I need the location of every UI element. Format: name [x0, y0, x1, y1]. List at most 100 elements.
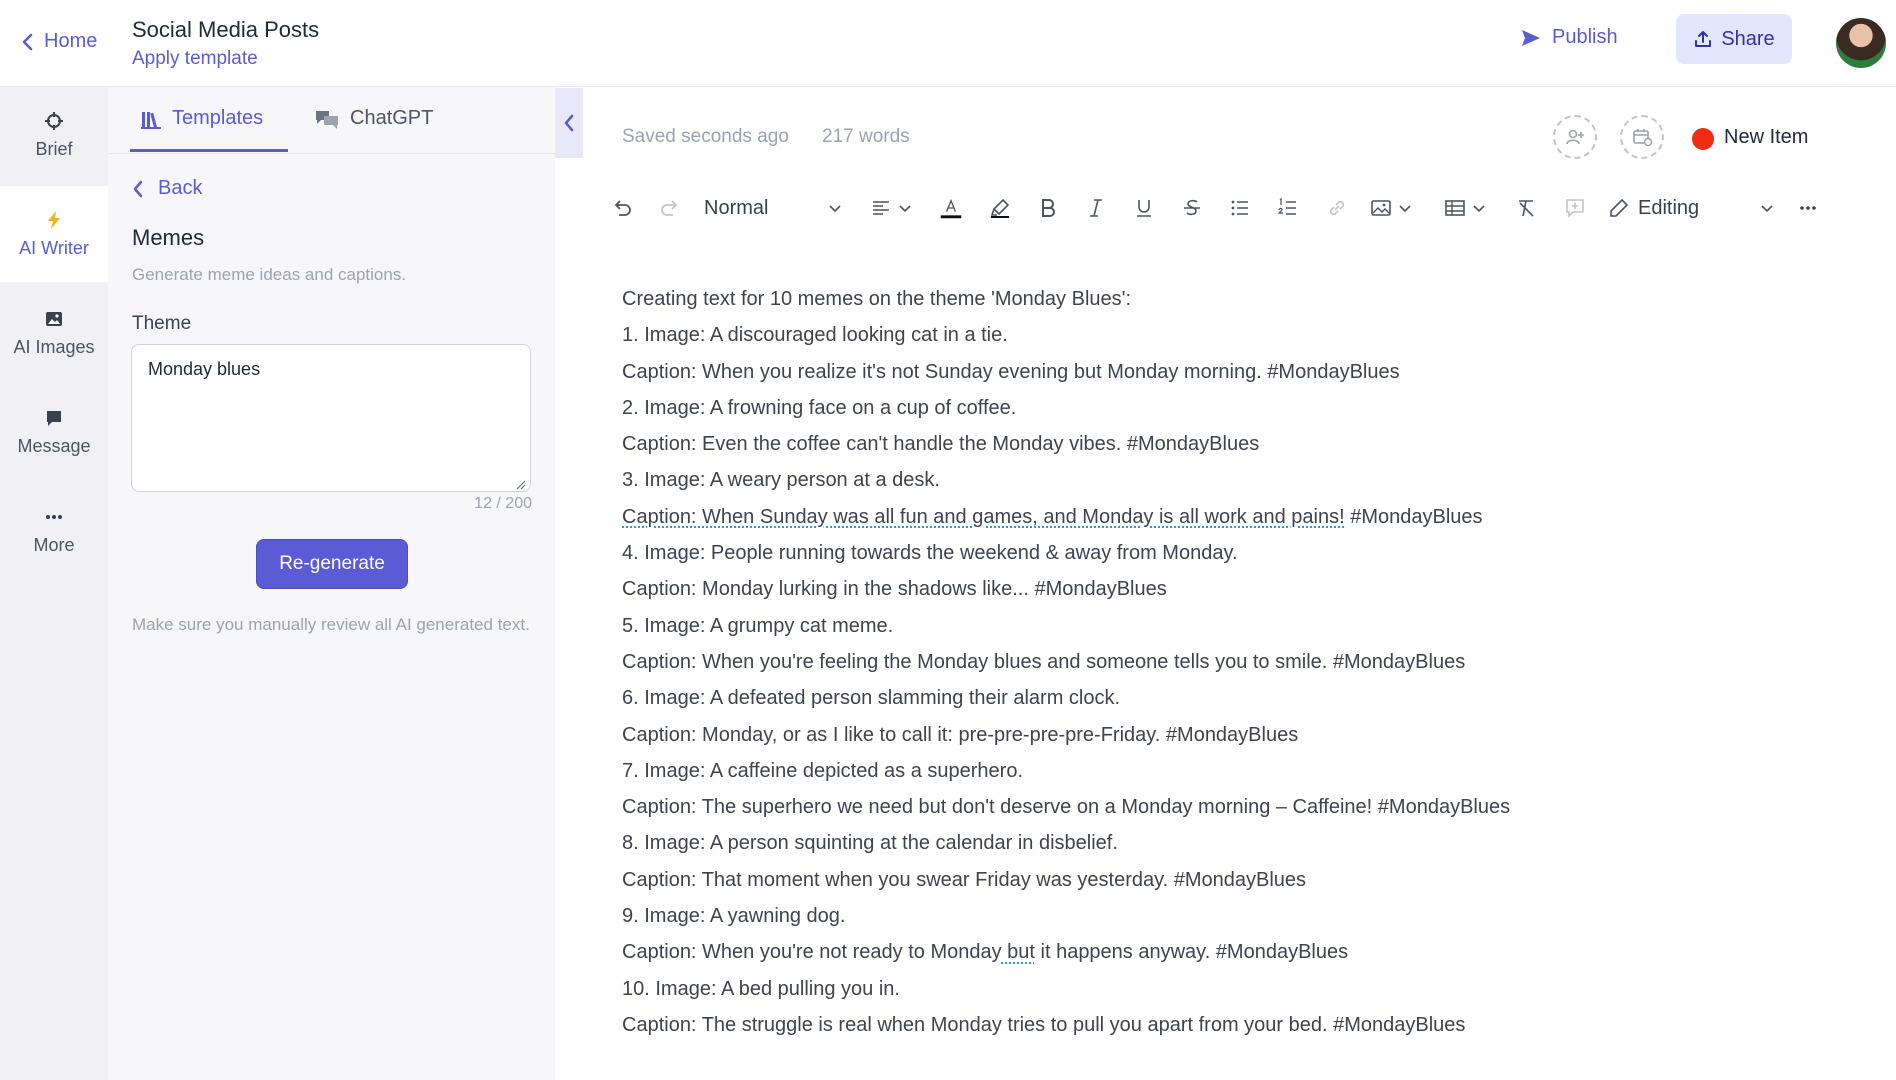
chevron-down-icon: [1399, 205, 1411, 213]
rail-item-ai-writer[interactable]: AI Writer: [0, 186, 108, 282]
paragraph-text: Caption: When you're not ready to Monday: [622, 941, 1002, 964]
active-tab-indicator: [130, 149, 288, 152]
block-style-select[interactable]: Normal: [704, 188, 842, 228]
highlighter-icon: [990, 198, 1010, 218]
apply-template-link[interactable]: Apply template: [132, 48, 258, 70]
more-dots-icon: [1800, 206, 1816, 210]
editor-content[interactable]: Creating text for 10 memes on the theme …: [622, 283, 1802, 1045]
paragraph: 5. Image: A grumpy cat meme.: [622, 614, 894, 637]
collapse-panel-button[interactable]: [555, 88, 583, 158]
avatar[interactable]: [1836, 18, 1886, 68]
insert-image-dropdown[interactable]: [1366, 188, 1416, 228]
align-left-icon: [873, 201, 889, 215]
tab-label: ChatGPT: [350, 107, 434, 129]
icon-rail: Brief AI Writer AI Images Message More: [0, 87, 108, 1080]
publish-label: Publish: [1552, 26, 1618, 48]
table-icon: [1445, 200, 1465, 216]
clear-format-icon: [1519, 200, 1534, 217]
underline-icon: [1137, 200, 1151, 217]
rail-item-brief[interactable]: Brief: [0, 87, 108, 183]
highlight-button[interactable]: [986, 188, 1014, 228]
theme-label: Theme: [132, 313, 192, 334]
chevron-left-icon: [22, 33, 33, 50]
rail-item-message[interactable]: Message: [0, 384, 108, 480]
paragraph: 8. Image: A person squinting at the cale…: [622, 832, 1118, 855]
regenerate-button[interactable]: Re-generate: [256, 539, 408, 589]
chat-bubbles-icon: [316, 110, 338, 129]
text-color-icon: [940, 198, 962, 219]
paragraph: 9. Image: A yawning dog.: [622, 905, 846, 928]
resize-handle-icon[interactable]: [516, 480, 526, 490]
paragraph: Caption: When you realize it's not Sunda…: [622, 360, 1400, 383]
tab-templates[interactable]: Templates: [140, 107, 263, 130]
back-link[interactable]: Back: [132, 177, 202, 200]
paragraph: Creating text for 10 memes on the theme …: [622, 288, 1132, 310]
editing-mode-select[interactable]: Editing: [1608, 188, 1774, 228]
paragraph-text: it happens anyway. #MondayBlues: [1034, 941, 1349, 964]
spellcheck-underlined-text[interactable]: Caption: When Sunday was all fun and gam…: [622, 506, 1345, 528]
word-count: 217 words: [822, 126, 910, 147]
chevron-left-icon: [564, 114, 574, 132]
more-dots-icon: [46, 514, 62, 519]
spellcheck-underlined-text[interactable]: but: [1002, 941, 1035, 963]
bullet-list-button[interactable]: [1228, 188, 1252, 228]
text-color-button[interactable]: [936, 188, 966, 228]
add-comment-button[interactable]: [1562, 188, 1588, 228]
home-label: Home: [44, 30, 98, 52]
add-user-icon: [1566, 129, 1584, 145]
paragraph: 10. Image: A bed pulling you in.: [622, 977, 900, 1000]
set-due-date-button[interactable]: [1620, 115, 1664, 159]
paragraph: 2. Image: A frowning face on a cup of co…: [622, 396, 1017, 419]
redo-button[interactable]: [658, 188, 682, 228]
comment-icon: [1566, 199, 1584, 218]
saved-status: Saved seconds ago: [622, 126, 789, 147]
bold-button[interactable]: [1036, 188, 1060, 228]
paragraph: Caption: The superhero we need but don't…: [622, 796, 1511, 819]
add-assignee-button[interactable]: [1553, 115, 1597, 159]
strikethrough-icon: [1184, 199, 1200, 216]
share-button[interactable]: Share: [1676, 14, 1792, 64]
paragraph: Caption: The struggle is real when Monda…: [622, 1013, 1466, 1036]
share-label: Share: [1721, 27, 1775, 50]
paragraph: 6. Image: A defeated person slamming the…: [622, 687, 1121, 710]
block-style-value: Normal: [704, 196, 769, 219]
rail-label: Message: [17, 435, 91, 456]
publish-button[interactable]: Publish: [1520, 26, 1618, 49]
back-label: Back: [158, 177, 203, 199]
rail-item-ai-images[interactable]: AI Images: [0, 285, 108, 381]
tab-chatgpt[interactable]: ChatGPT: [314, 107, 433, 130]
library-icon: [141, 111, 161, 129]
more-options-button[interactable]: [1796, 188, 1820, 228]
italic-button[interactable]: [1084, 188, 1108, 228]
editor-toolbar: Normal Editing: [610, 188, 1820, 228]
item-status[interactable]: New Item: [1724, 126, 1808, 149]
clear-formatting-button[interactable]: [1514, 188, 1540, 228]
pencil-icon: [1610, 198, 1629, 217]
template-panel: Templates ChatGPT Back Memes Generate me…: [108, 87, 555, 1080]
insert-table-dropdown[interactable]: [1440, 188, 1490, 228]
char-count: 12 / 200: [474, 495, 532, 512]
link-button[interactable]: [1324, 188, 1350, 228]
chevron-left-icon: [133, 180, 143, 197]
numbered-list-button[interactable]: [1276, 188, 1300, 228]
lightning-icon: [48, 210, 60, 229]
chat-bubble-icon: [47, 410, 61, 426]
theme-input[interactable]: Monday blues: [131, 344, 531, 492]
status-dot: [1692, 128, 1714, 150]
align-dropdown[interactable]: [868, 188, 914, 228]
paragraph: Caption: Monday lurking in the shadows l…: [622, 578, 1167, 601]
undo-icon: [614, 200, 631, 216]
bullet-list-icon: [1231, 200, 1248, 216]
paragraph: 7. Image: A caffeine depicted as a super…: [622, 759, 1024, 782]
undo-button[interactable]: [610, 188, 634, 228]
rail-item-more[interactable]: More: [0, 483, 108, 579]
paragraph: Caption: When you're feeling the Monday …: [622, 650, 1466, 673]
paragraph: Caption: When Sunday was all fun and gam…: [622, 501, 1802, 537]
underline-button[interactable]: [1132, 188, 1156, 228]
template-description: Generate meme ideas and captions.: [132, 265, 407, 284]
strikethrough-button[interactable]: [1180, 188, 1204, 228]
bold-icon: [1042, 199, 1055, 217]
link-icon: [1329, 200, 1345, 216]
rail-label: Brief: [35, 138, 73, 159]
home-back-link[interactable]: Home: [20, 30, 97, 53]
